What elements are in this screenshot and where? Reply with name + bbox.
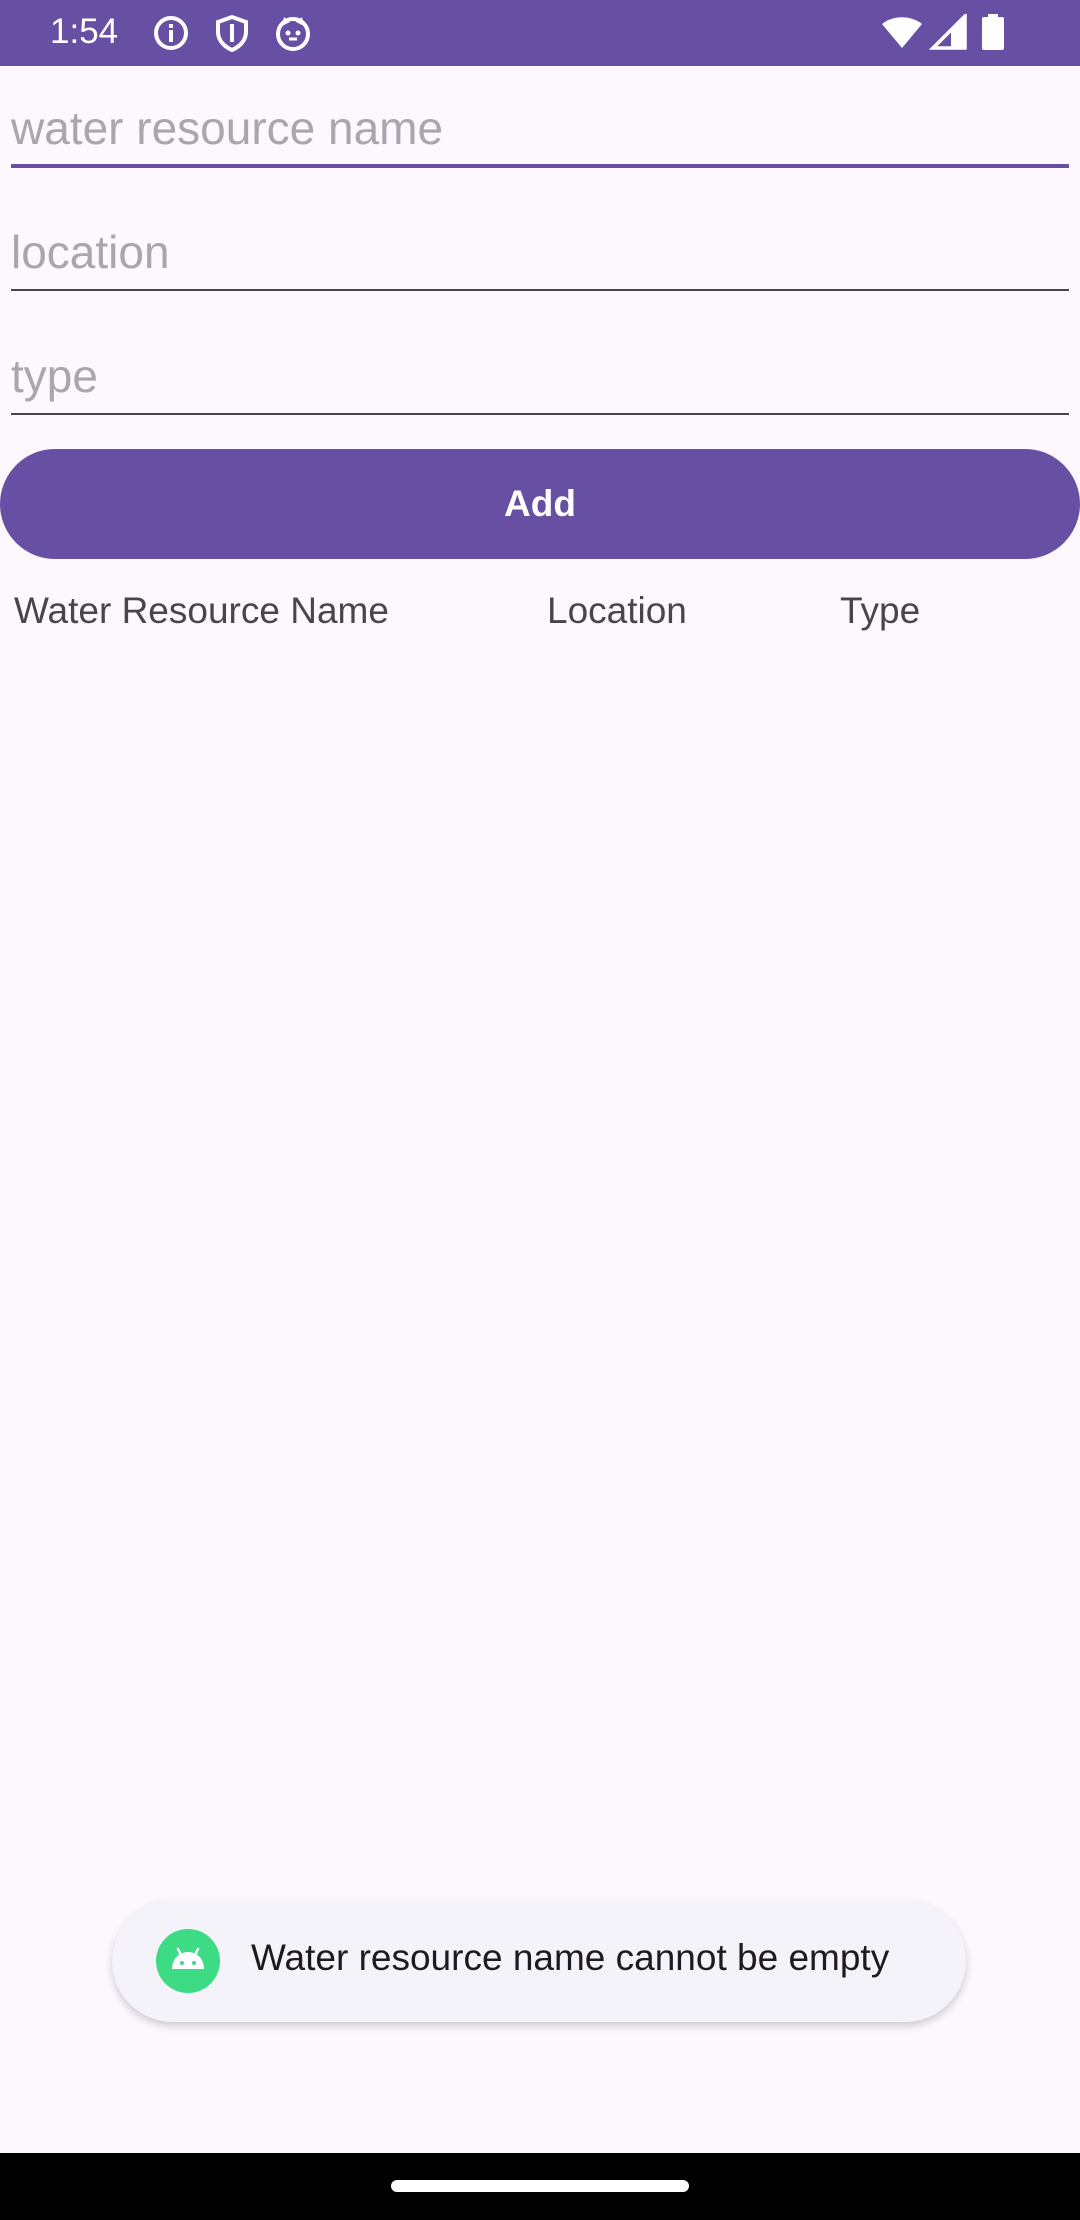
status-bar: 1:54 xyxy=(0,0,1080,66)
wifi-icon xyxy=(882,17,922,48)
water-resource-name-input[interactable] xyxy=(11,84,1069,172)
cat-face-icon xyxy=(276,17,310,51)
location-field-underline xyxy=(11,289,1069,291)
location-field-container xyxy=(11,208,1069,298)
home-handle[interactable] xyxy=(391,2180,689,2192)
column-header-name: Water Resource Name xyxy=(14,590,389,631)
name-field-underline xyxy=(11,164,1069,168)
toast: Water resource name cannot be empty xyxy=(112,1900,966,2022)
info-icon xyxy=(154,16,188,50)
type-field-underline xyxy=(11,413,1069,415)
battery-icon xyxy=(982,14,1004,50)
toast-message: Water resource name cannot be empty xyxy=(251,1937,890,1978)
android-icon xyxy=(156,1929,220,1993)
add-button[interactable]: Add xyxy=(0,449,1080,559)
shield-icon xyxy=(216,14,248,52)
column-header-location: Location xyxy=(547,590,687,631)
column-header-type: Type xyxy=(840,590,921,631)
name-field-container xyxy=(11,84,1069,174)
type-input[interactable] xyxy=(11,332,1069,420)
status-time: 1:54 xyxy=(50,12,119,51)
signal-icon xyxy=(929,14,967,50)
location-input[interactable] xyxy=(11,208,1069,296)
type-field-container xyxy=(11,332,1069,422)
